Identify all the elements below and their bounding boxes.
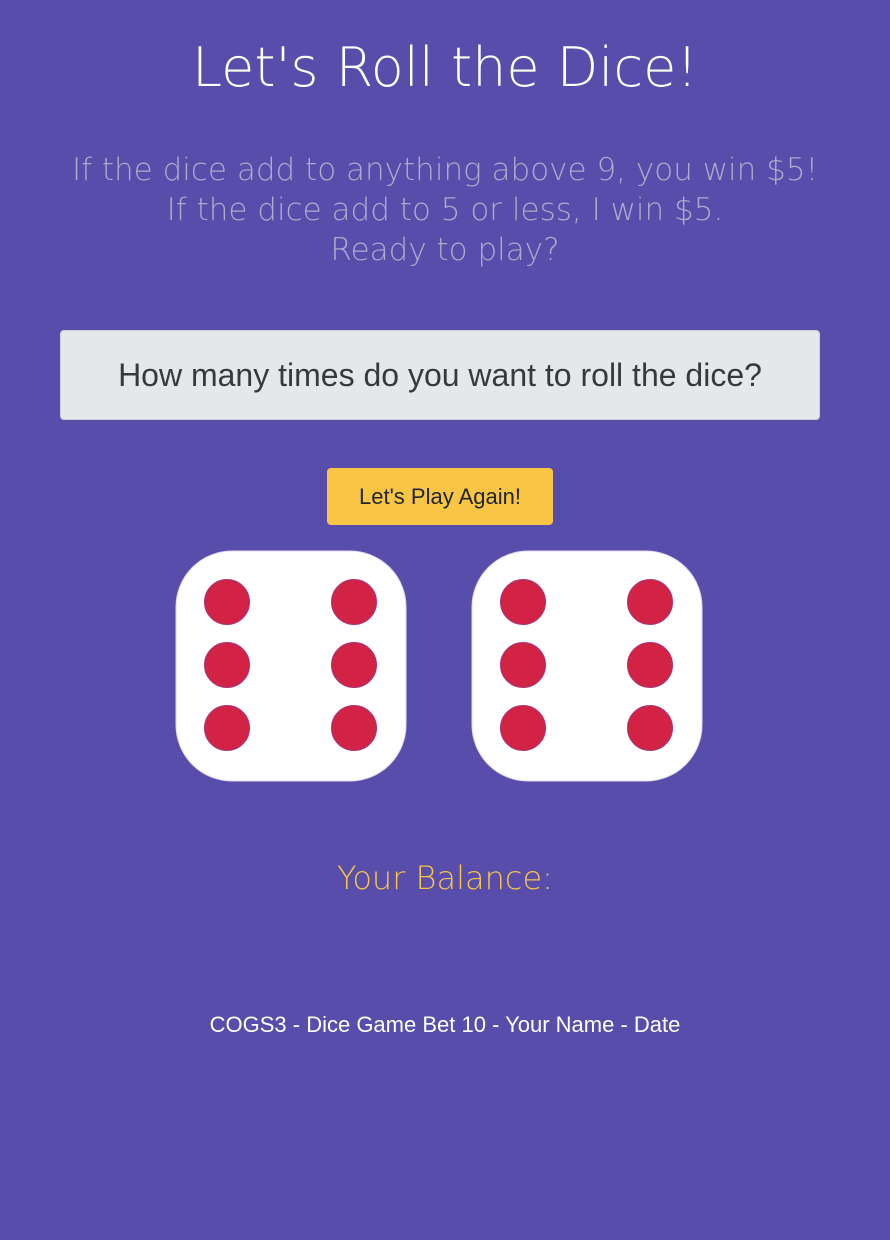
page-title: Let's Roll the Dice!: [192, 36, 698, 99]
rolls-count-input[interactable]: [60, 330, 820, 420]
die-pip: [331, 579, 377, 625]
play-again-button[interactable]: Let's Play Again!: [327, 468, 553, 525]
die-pip: [627, 579, 673, 625]
die-pip: [331, 705, 377, 751]
die-pip: [500, 705, 546, 751]
balance-label: Your Balance:: [337, 859, 553, 897]
die-pip: [204, 705, 250, 751]
rules-line-win: If the dice add to anything above 9, you…: [71, 152, 819, 188]
die-right: [471, 550, 703, 782]
rules-line-lose: If the dice add to 5 or less, I win $5.: [166, 192, 724, 228]
footer-text: COGS3 - Dice Game Bet 10 - Your Name - D…: [209, 1012, 681, 1037]
game-rules: If the dice add to anything above 9, you…: [0, 150, 890, 270]
die-pip: [500, 642, 546, 688]
die-pip: [627, 705, 673, 751]
die-pip: [331, 642, 377, 688]
die-left: [175, 550, 407, 782]
die-pip: [627, 642, 673, 688]
die-pip: [500, 579, 546, 625]
die-pip: [204, 642, 250, 688]
rules-line-ready: Ready to play?: [330, 232, 560, 268]
dice-area: [0, 550, 890, 782]
die-pip: [204, 579, 250, 625]
